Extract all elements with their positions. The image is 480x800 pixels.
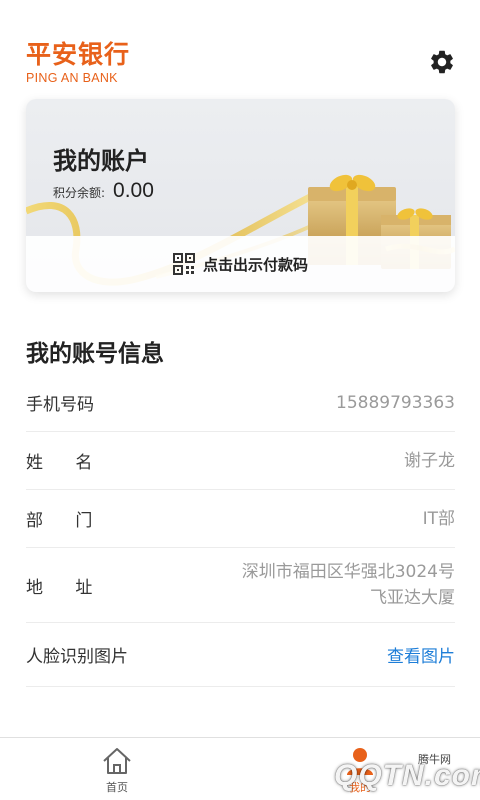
brand-name-cn: 平安银行 [26, 40, 131, 69]
address-line-2: 飞亚达大厦 [370, 588, 455, 608]
points-row: 积分余额: 0.00 [53, 179, 154, 203]
info-label: 人脸识别图片 [26, 647, 128, 667]
tab-mine[interactable]: 我的 [300, 738, 420, 800]
qr-code-icon [172, 253, 195, 275]
info-label: 地 址 [26, 577, 93, 598]
gear-icon[interactable] [428, 48, 456, 76]
info-row-address: 地 址 深圳市福田区华强北3024号 飞亚达大厦 [26, 548, 455, 623]
info-value-name: 谢子龙 [404, 450, 455, 471]
info-row-phone: 手机号码 15889793363 [26, 374, 455, 432]
view-image-link[interactable]: 查看图片 [387, 642, 455, 667]
info-label: 部 门 [26, 511, 93, 531]
brand-name-en: PING AN BANK [26, 71, 118, 85]
user-icon [347, 748, 373, 775]
account-card: 我的账户 积分余额: 0.00 点击出示付款码 [26, 99, 455, 292]
tab-home[interactable]: 首页 [57, 738, 177, 800]
info-value-department: IT部 [422, 508, 455, 529]
points-value: 0.00 [113, 179, 154, 202]
info-value-phone: 15889793363 [336, 392, 455, 413]
info-row-name: 姓 名 谢子龙 [26, 432, 455, 490]
tab-home-label: 首页 [106, 781, 128, 794]
info-row-face-image: 人脸识别图片 查看图片 [26, 623, 455, 687]
home-icon [103, 748, 131, 774]
points-label: 积分余额: [53, 186, 106, 200]
info-label: 手机号码 [26, 395, 94, 415]
tab-mine-label: 我的 [349, 781, 371, 794]
app-header: 平安银行 PING AN BANK [0, 0, 480, 100]
info-row-department: 部 门 IT部 [26, 490, 455, 548]
account-info-list: 手机号码 15889793363 姓 名 谢子龙 部 门 IT部 地 址 深圳市… [26, 374, 455, 687]
info-label: 姓 名 [26, 453, 93, 473]
account-title: 我的账户 [53, 147, 149, 175]
bottom-tab-bar: 首页 我的 [0, 737, 480, 800]
pay-code-label: 点击出示付款码 [202, 255, 308, 274]
info-value-address: 深圳市福田区华强北3024号 飞亚达大厦 [242, 559, 455, 611]
brand-logo: 平安银行 PING AN BANK [26, 40, 131, 86]
show-pay-code-button[interactable]: 点击出示付款码 [26, 236, 455, 292]
address-line-1: 深圳市福田区华强北3024号 [241, 562, 455, 582]
section-title: 我的账号信息 [26, 341, 164, 367]
